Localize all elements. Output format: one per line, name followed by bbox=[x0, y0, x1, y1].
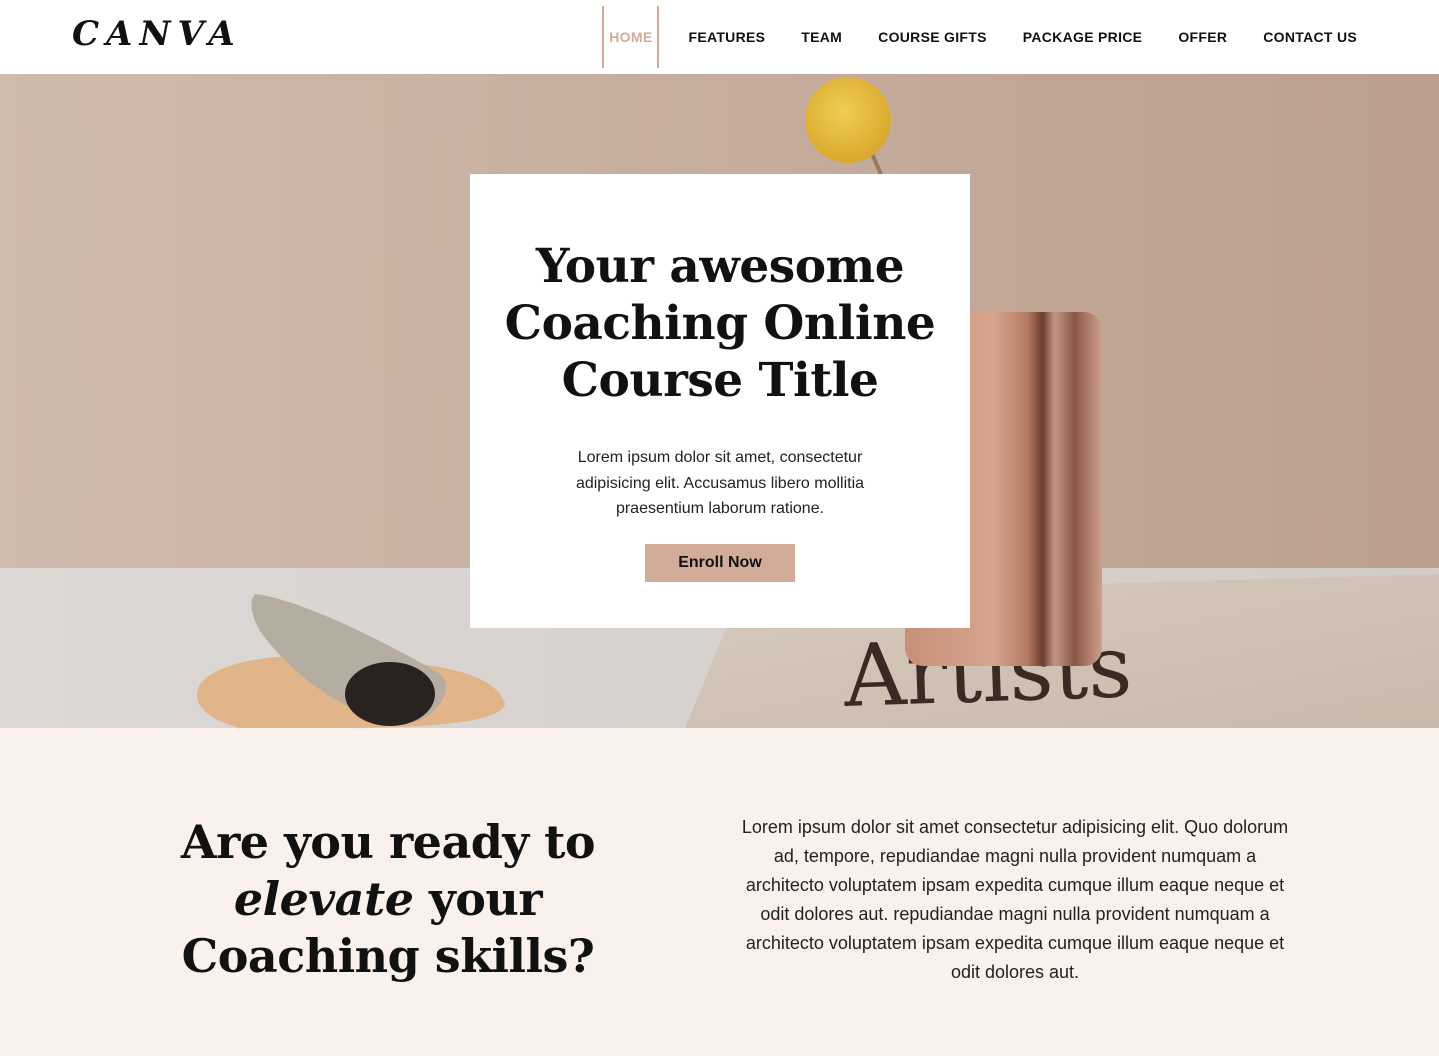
hero-description: Lorem ipsum dolor sit amet, consectetur … bbox=[575, 449, 865, 517]
intro-heading: Are you ready to elevate your Coaching sk… bbox=[150, 814, 626, 985]
nav-offer[interactable]: OFFER bbox=[1160, 0, 1245, 74]
intro-heading-emphasis: elevate bbox=[233, 872, 414, 926]
burnt-sage-tip bbox=[345, 662, 435, 726]
nav-contact-us[interactable]: CONTACT US bbox=[1245, 0, 1375, 74]
intro-section: Are you ready to elevate your Coaching sk… bbox=[0, 728, 1439, 1056]
nav-team[interactable]: TEAM bbox=[783, 0, 860, 74]
nav-course-gifts[interactable]: COURSE GIFTS bbox=[860, 0, 1005, 74]
main-nav: HOME FEATURES TEAM COURSE GIFTS PACKAGE … bbox=[602, 0, 1375, 74]
yellow-flower bbox=[805, 77, 891, 163]
hero-card: Your awesome Coaching Online Course Titl… bbox=[470, 174, 970, 628]
logo[interactable]: CANVA bbox=[72, 14, 242, 54]
site-header: CANVA HOME FEATURES TEAM COURSE GIFTS PA… bbox=[0, 0, 1439, 74]
nav-features[interactable]: FEATURES bbox=[670, 0, 783, 74]
hero-title: Your awesome Coaching Online Course Titl… bbox=[504, 239, 936, 408]
nav-package-price[interactable]: PACKAGE PRICE bbox=[1005, 0, 1161, 74]
intro-heading-start: Are you ready to bbox=[180, 815, 596, 869]
enroll-now-button[interactable]: Enroll Now bbox=[645, 543, 795, 582]
intro-paragraph: Lorem ipsum dolor sit amet consectetur a… bbox=[741, 817, 1289, 982]
nav-home[interactable]: HOME bbox=[602, 0, 660, 74]
hero-section: Artists Your awesome Coaching Online Cou… bbox=[0, 74, 1439, 728]
